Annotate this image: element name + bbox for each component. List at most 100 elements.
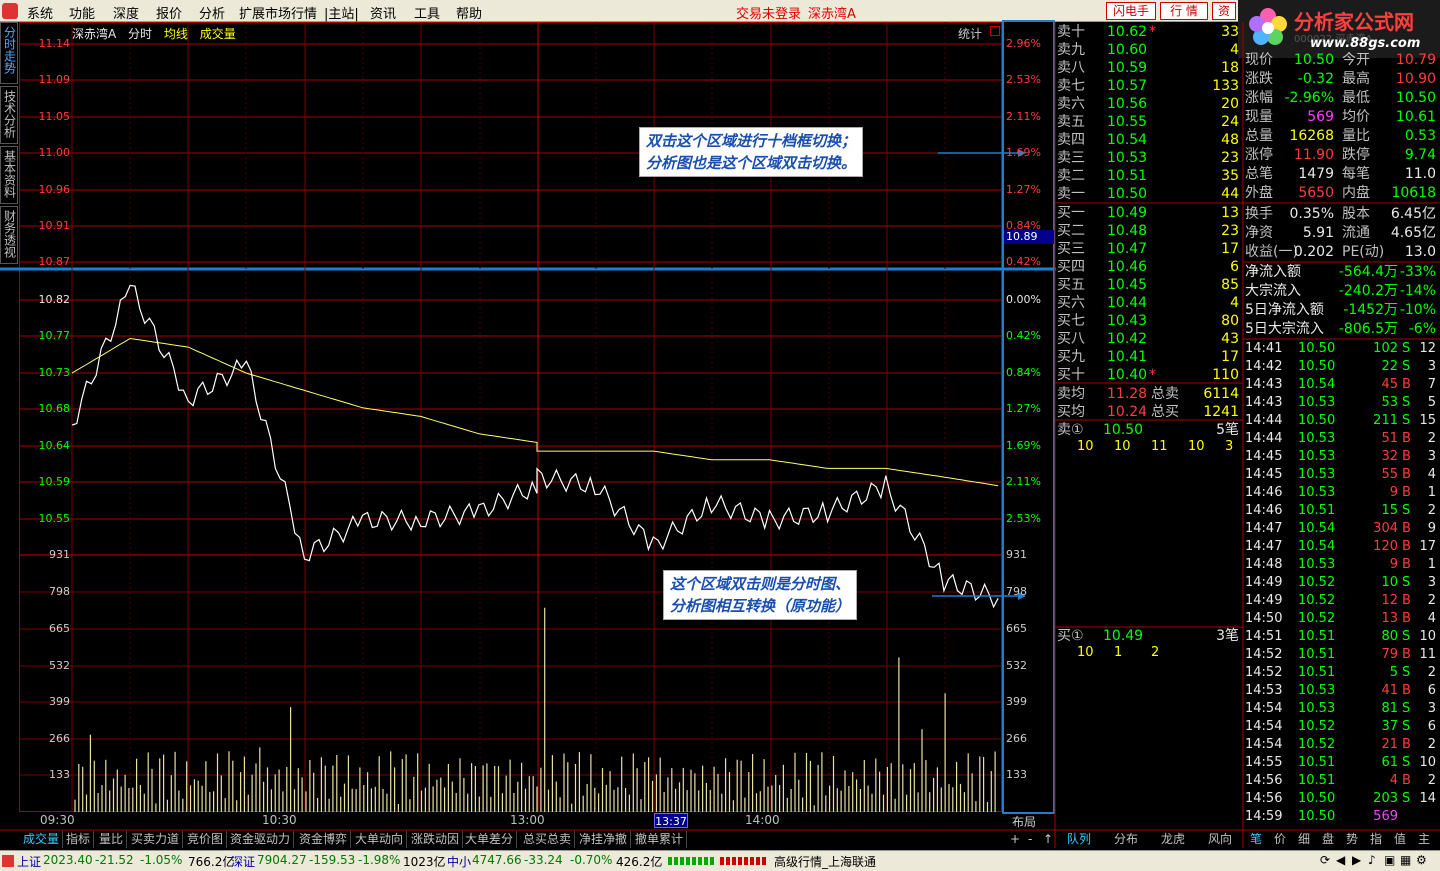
tick-row[interactable]: 14:54 10.53 81 S 3 xyxy=(1245,700,1438,718)
next-icon[interactable]: ▶ xyxy=(1352,853,1361,867)
tick-row[interactable]: 14:49 10.52 10 S 3 xyxy=(1245,574,1438,592)
orderbook-row[interactable]: 买四 10.46 6 xyxy=(1057,258,1241,276)
time-axis-label: 09:30 xyxy=(40,813,75,827)
indicator-tab[interactable]: 总买总卖 xyxy=(520,831,576,848)
tick-row[interactable]: 14:49 10.52 12 B 2 xyxy=(1245,592,1438,610)
tick-tab[interactable]: 主 xyxy=(1413,831,1435,848)
indicator-tab[interactable]: 资金驱动力 xyxy=(227,831,295,848)
tick-tab[interactable]: 盘 xyxy=(1317,831,1339,848)
zoom-in-button[interactable]: + xyxy=(1010,832,1020,846)
price-tick-label: 11.05 xyxy=(38,110,71,123)
tick-row[interactable]: 14:56 10.51 4 B 2 xyxy=(1245,772,1438,790)
flow-label: 5日净流入额 xyxy=(1245,302,1324,318)
indicator-tab[interactable]: 成交量 xyxy=(20,831,64,848)
tick-row[interactable]: 14:46 10.53 9 B 1 xyxy=(1245,484,1438,502)
refresh-icon[interactable]: ⟳ xyxy=(1320,853,1330,867)
orderbook-row[interactable]: 卖四 10.54 48 xyxy=(1057,131,1241,149)
orderbook-level-label: 卖八 xyxy=(1057,60,1085,76)
tick-tab[interactable]: 细 xyxy=(1293,831,1315,848)
orderbook-row[interactable]: 卖六 10.56 20 xyxy=(1057,95,1241,113)
stat-button[interactable]: 统计 xyxy=(958,25,982,42)
tick-row[interactable]: 14:46 10.51 15 S 2 xyxy=(1245,502,1438,520)
orderbook-row[interactable]: 卖二 10.51 35 xyxy=(1057,167,1241,185)
tick-row[interactable]: 14:44 10.53 51 B 2 xyxy=(1245,430,1438,448)
stat-box-icon[interactable] xyxy=(990,26,1000,36)
indicator-tab[interactable]: 涨跌动因 xyxy=(408,831,464,848)
queue-tab[interactable]: 龙虎 xyxy=(1151,831,1195,848)
tick-row[interactable]: 14:59 10.50 569 xyxy=(1245,808,1438,826)
tick-row[interactable]: 14:47 10.54 120 B 17 xyxy=(1245,538,1438,556)
orderbook-row[interactable]: 买二 10.48 23 xyxy=(1057,222,1241,240)
orderbook-row[interactable]: 卖九 10.60 4 xyxy=(1057,41,1241,59)
queue-header-row[interactable]: 卖① 10.50 5笔 xyxy=(1057,421,1241,439)
queue-tab[interactable]: 队列 xyxy=(1057,831,1101,848)
prev-icon[interactable]: ◀ xyxy=(1336,853,1345,867)
tick-tab[interactable]: 笔 xyxy=(1245,831,1267,848)
tick-row[interactable]: 14:53 10.53 41 B 6 xyxy=(1245,682,1438,700)
stat-value: 5.91 xyxy=(1302,225,1334,241)
zx-index-name[interactable]: 中小 xyxy=(447,853,471,870)
tick-row[interactable]: 14:41 10.50 102 S 12 xyxy=(1245,340,1438,358)
indicator-tab[interactable]: 大单差分 xyxy=(462,831,518,848)
queue-tab[interactable]: 分布 xyxy=(1104,831,1148,848)
tick-tab[interactable]: 指 xyxy=(1365,831,1387,848)
tick-row[interactable]: 14:54 10.52 37 S 6 xyxy=(1245,718,1438,736)
indicator-tab[interactable]: 竞价图 xyxy=(184,831,228,848)
zoom-out-button[interactable]: - xyxy=(1028,832,1032,846)
tick-row[interactable]: 14:50 10.52 13 B 4 xyxy=(1245,610,1438,628)
tick-row[interactable]: 14:45 10.53 32 B 3 xyxy=(1245,448,1438,466)
tick-price: 10.50 xyxy=(1298,413,1336,428)
indicator-tab[interactable]: 撤单累计 xyxy=(632,831,688,848)
grid-icon[interactable]: ▦ xyxy=(1400,853,1411,867)
queue-header-row[interactable]: 买① 10.49 3笔 xyxy=(1057,627,1241,645)
settings-icon[interactable]: ⚙ xyxy=(1416,853,1427,867)
orderbook-row[interactable]: 卖五 10.55 24 xyxy=(1057,113,1241,131)
orderbook-row[interactable]: 买五 10.45 85 xyxy=(1057,276,1241,294)
orderbook-row[interactable]: 卖八 10.59 18 xyxy=(1057,59,1241,77)
orderbook-row[interactable]: 买十 10.40 * 110 xyxy=(1057,366,1241,384)
tick-tab[interactable]: 价 xyxy=(1269,831,1291,848)
tick-row[interactable]: 14:45 10.53 55 B 4 xyxy=(1245,466,1438,484)
orderbook-row[interactable]: 买一 10.49 13 xyxy=(1057,204,1241,222)
indicator-tab[interactable]: 买卖力道 xyxy=(128,831,184,848)
tick-row[interactable]: 14:43 10.54 45 B 7 xyxy=(1245,376,1438,394)
tick-row[interactable]: 14:56 10.50 203 S 14 xyxy=(1245,790,1438,808)
orderbook-row[interactable]: 买九 10.41 17 xyxy=(1057,348,1241,366)
sound-icon[interactable]: ♪ xyxy=(1368,853,1376,867)
orderbook-row[interactable]: 卖一 10.50 44 xyxy=(1057,185,1241,203)
tick-row[interactable]: 14:51 10.51 80 S 10 xyxy=(1245,628,1438,646)
orderbook-row[interactable]: 买三 10.47 17 xyxy=(1057,240,1241,258)
tick-count: 9 xyxy=(1427,521,1436,536)
window-icon[interactable]: ▣ xyxy=(1384,853,1395,867)
layout-button[interactable]: 布局 xyxy=(1012,813,1036,830)
indicator-tab[interactable]: 净挂净撤 xyxy=(576,831,632,848)
tick-row[interactable]: 14:47 10.54 304 B 9 xyxy=(1245,520,1438,538)
tick-volume: 22 xyxy=(1381,359,1398,374)
tick-row[interactable]: 14:44 10.50 211 S 15 xyxy=(1245,412,1438,430)
indicator-tab[interactable]: 指标 xyxy=(63,831,95,848)
orderbook-row[interactable]: 卖十 10.62 * 33 xyxy=(1057,23,1241,41)
orderbook-row[interactable]: 卖三 10.53 23 xyxy=(1057,149,1241,167)
orderbook-row[interactable]: 买六 10.44 4 xyxy=(1057,294,1241,312)
sh-index-name[interactable]: 上证 xyxy=(17,853,41,870)
sz-index-name[interactable]: 深证 xyxy=(231,853,255,870)
tick-row[interactable]: 14:43 10.53 53 S 5 xyxy=(1245,394,1438,412)
arrow-up-icon[interactable]: ↑ xyxy=(1043,832,1053,846)
indicator-tab[interactable]: 大单动向 xyxy=(352,831,408,848)
orderbook-row[interactable]: 买七 10.43 80 xyxy=(1057,312,1241,330)
queue-tab[interactable]: 风向 xyxy=(1198,831,1242,848)
indicator-tab[interactable]: 资金博弈 xyxy=(296,831,352,848)
tick-row[interactable]: 14:52 10.51 79 B 11 xyxy=(1245,646,1438,664)
tick-row[interactable]: 14:55 10.51 61 S 10 xyxy=(1245,754,1438,772)
tick-row[interactable]: 14:52 10.51 5 S 2 xyxy=(1245,664,1438,682)
orderbook-level-label: 卖六 xyxy=(1057,96,1085,112)
tick-tab[interactable]: 势 xyxy=(1341,831,1363,848)
tick-tab[interactable]: 值 xyxy=(1389,831,1411,848)
tick-row[interactable]: 14:48 10.53 9 B 1 xyxy=(1245,556,1438,574)
tick-row[interactable]: 14:42 10.50 22 S 3 xyxy=(1245,358,1438,376)
indicator-tab[interactable]: 量比 xyxy=(96,831,128,848)
tick-row[interactable]: 14:54 10.52 21 B 2 xyxy=(1245,736,1438,754)
orderbook-row[interactable]: 卖七 10.57 133 xyxy=(1057,77,1241,95)
orderbook-row[interactable]: 买八 10.42 43 xyxy=(1057,330,1241,348)
sh-index-value: 2023.40 xyxy=(43,853,93,867)
